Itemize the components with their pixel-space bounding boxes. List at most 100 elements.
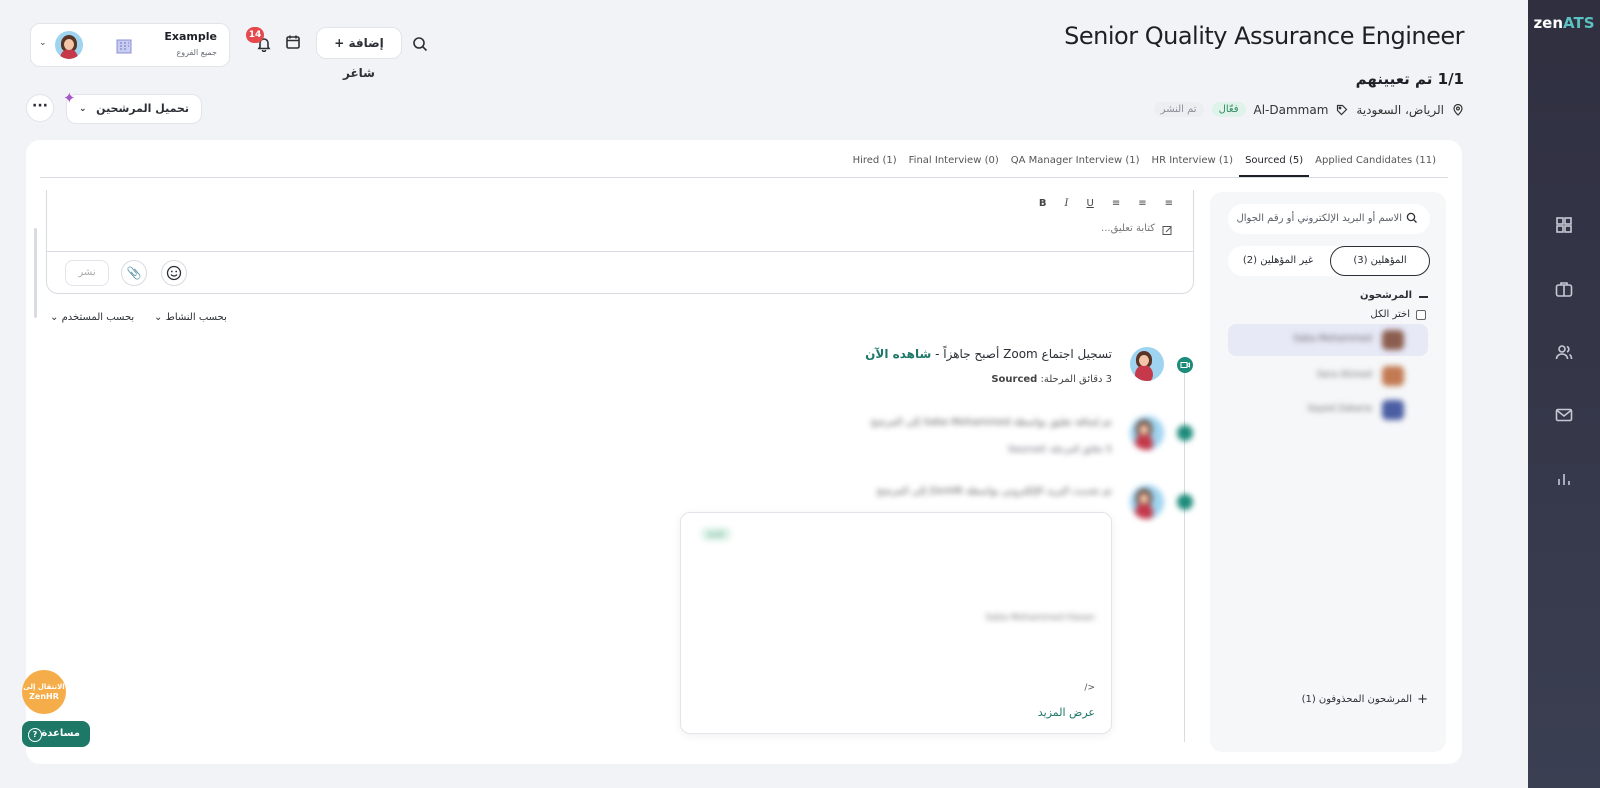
tab-hired[interactable]: (1) Hired bbox=[847, 154, 903, 178]
select-all-label: اختر الكل bbox=[1370, 309, 1410, 320]
switch-label: الانتقال إلى bbox=[23, 683, 65, 691]
building-icon bbox=[116, 39, 132, 54]
upload-candidates-button[interactable]: ⌄ تحميل المرشحين bbox=[66, 94, 202, 124]
edit-icon bbox=[1162, 226, 1172, 235]
candidate-photo bbox=[1382, 330, 1404, 350]
chevron-down-icon: ⌄ bbox=[50, 312, 59, 323]
mail-icon[interactable] bbox=[1554, 405, 1574, 425]
email-preview-card: جديد Saba Mohammed Hasan /> عرض المزيد bbox=[680, 512, 1112, 734]
tab-applied-candidates[interactable]: (11) Applied Candidates bbox=[1309, 154, 1442, 178]
align-icon[interactable]: ≡ bbox=[1112, 198, 1120, 209]
candidate-search-input[interactable]: الاسم أو البريد الإلكتروني أو رقم الجوال bbox=[1228, 204, 1430, 234]
users-icon[interactable] bbox=[1554, 342, 1574, 362]
post-avatar bbox=[1130, 416, 1164, 450]
more-options-button[interactable]: ··· bbox=[26, 94, 54, 122]
deleted-candidates-label[interactable]: المرشحون المحذوفون (1) bbox=[1302, 694, 1412, 705]
branches-label: جميع الفروع bbox=[176, 48, 217, 57]
status-badge-published: تم النشر bbox=[1153, 102, 1204, 117]
post-meta: 3 دقائق المرحلة: Sourced bbox=[991, 374, 1112, 385]
post-avatar bbox=[1130, 347, 1164, 381]
candidates-group-label[interactable]: المرشحون bbox=[1360, 290, 1412, 301]
add-vacancy-button[interactable]: + إضافة شاغر bbox=[316, 27, 402, 80]
chevron-down-icon: ⌄ bbox=[154, 312, 163, 323]
briefcase-icon[interactable] bbox=[1554, 279, 1574, 299]
candidate-item-selected[interactable]: Saba Mohammed bbox=[1228, 324, 1428, 356]
pipeline-panel: (11) Applied Candidates (5) Sourced (1) … bbox=[26, 140, 1462, 764]
card-badge: جديد bbox=[701, 527, 731, 541]
candidate-photo bbox=[1382, 366, 1404, 386]
post-text: تم إضافة تعليق بواسطة Saba Mohammed إلى … bbox=[870, 417, 1112, 428]
candidate-item[interactable]: Sara Ahmed bbox=[1228, 360, 1428, 392]
publish-button[interactable]: نشر bbox=[65, 260, 109, 286]
italic-icon[interactable]: I bbox=[1065, 198, 1069, 209]
filter-by-user[interactable]: بحسب المستخدم ⌄ bbox=[50, 312, 134, 323]
post-avatar bbox=[1130, 485, 1164, 519]
job-location: الرياض، السعودية bbox=[1356, 102, 1444, 117]
switch-to-zenhr-button[interactable]: الانتقال إلى ZenHR bbox=[22, 670, 66, 714]
bold-icon[interactable]: B bbox=[1039, 198, 1047, 209]
select-all-checkbox[interactable] bbox=[1416, 310, 1426, 320]
app-sidebar: zenATS bbox=[1528, 0, 1600, 788]
job-title: Senior Quality Assurance Engineer bbox=[1064, 22, 1464, 50]
underline-icon[interactable]: U bbox=[1087, 198, 1094, 209]
card-code: /> bbox=[1084, 683, 1095, 693]
tab-qa-manager-interview[interactable]: (1) QA Manager Interview bbox=[1005, 154, 1146, 178]
hired-count: 1/1 تم تعيينهم bbox=[1355, 70, 1464, 88]
status-badge-active: فعّال bbox=[1211, 102, 1246, 117]
user-avatar bbox=[55, 31, 83, 59]
qualification-toggle: المؤهلين (3) غير المؤهلين (2) bbox=[1228, 246, 1430, 276]
editor-divider bbox=[47, 251, 1193, 252]
candidate-name: Sara Ahmed bbox=[1316, 370, 1372, 380]
attachment-icon[interactable]: 📎 bbox=[121, 260, 147, 286]
search-icon[interactable] bbox=[410, 34, 430, 54]
tab-sourced[interactable]: (5) Sourced bbox=[1239, 154, 1310, 178]
formatting-toolbar: B I U ≡ ≡ ≡ bbox=[1039, 198, 1173, 209]
tabs-divider bbox=[40, 177, 1448, 178]
chevron-down-icon: ⌄ bbox=[39, 38, 47, 48]
candidate-photo bbox=[1382, 400, 1404, 420]
post-text: تم تحديث البريد الإلكتروني بواسطة ZenHR … bbox=[876, 486, 1112, 497]
help-button[interactable]: مساعدة bbox=[22, 721, 90, 747]
qualified-tab[interactable]: المؤهلين (3) bbox=[1330, 246, 1430, 276]
post-text: تسجيل اجتماع Zoom أصبح جاهزاً - bbox=[931, 347, 1112, 361]
candidates-panel: الاسم أو البريد الإلكتروني أو رقم الجوال… bbox=[1210, 192, 1446, 752]
candidate-name: Sayed Zakaria bbox=[1307, 404, 1372, 414]
video-icon bbox=[1177, 357, 1193, 373]
activity-post: تسجيل اجتماع Zoom أصبح جاهزاً - شاهده ال… bbox=[865, 347, 1112, 361]
stage-label: Sourced bbox=[991, 374, 1038, 385]
collapse-icon[interactable] bbox=[1419, 296, 1428, 298]
company-name: Example bbox=[164, 30, 217, 43]
search-icon bbox=[1406, 212, 1417, 223]
post-meta: 5 دقائق المرحلة: Sourced bbox=[1008, 445, 1112, 455]
tab-hr-interview[interactable]: (1) HR Interview bbox=[1146, 154, 1240, 178]
app-logo[interactable]: zenATS bbox=[1528, 14, 1600, 32]
sparkle-icon: ✦ bbox=[63, 89, 76, 107]
calendar-icon[interactable] bbox=[283, 32, 303, 52]
unqualified-tab[interactable]: غير المؤهلين (2) bbox=[1228, 246, 1328, 276]
tag-icon bbox=[1337, 104, 1348, 115]
show-more-link[interactable]: عرض المزيد bbox=[1038, 706, 1095, 719]
expand-plus-icon[interactable]: + bbox=[1417, 692, 1428, 707]
candidate-item[interactable]: Sayed Zakaria bbox=[1228, 394, 1428, 426]
activity-icon bbox=[1177, 494, 1193, 510]
dashboard-icon[interactable] bbox=[1554, 215, 1574, 235]
chevron-down-icon: ⌄ bbox=[79, 104, 87, 114]
stage-tabs: (11) Applied Candidates (5) Sourced (1) … bbox=[847, 154, 1442, 178]
job-branch: Al-Dammam bbox=[1253, 102, 1329, 117]
reports-icon[interactable] bbox=[1554, 469, 1574, 489]
activity-icon bbox=[1177, 425, 1193, 441]
candidate-name: Saba Mohammed bbox=[1293, 334, 1372, 344]
comment-input[interactable]: كتابة تعليق... bbox=[1101, 223, 1155, 234]
location-pin-icon bbox=[1453, 103, 1463, 116]
watch-now-link[interactable]: شاهده الآن bbox=[865, 347, 931, 361]
tab-final-interview[interactable]: (0) Final Interview bbox=[903, 154, 1005, 178]
scroll-indicator[interactable] bbox=[34, 228, 37, 318]
filter-by-activity[interactable]: بحسب النشاط ⌄ bbox=[154, 312, 227, 323]
switch-target: ZenHR bbox=[29, 692, 59, 701]
emoji-icon[interactable] bbox=[161, 260, 187, 286]
ordered-list-icon[interactable]: ≡ bbox=[1138, 198, 1146, 209]
notifications-badge: 14 bbox=[246, 27, 264, 43]
company-switcher[interactable]: ⌄ Example جميع الفروع bbox=[30, 23, 230, 67]
card-name: Saba Mohammed Hasan bbox=[985, 613, 1095, 623]
align-center-icon[interactable]: ≡ bbox=[1165, 198, 1173, 209]
